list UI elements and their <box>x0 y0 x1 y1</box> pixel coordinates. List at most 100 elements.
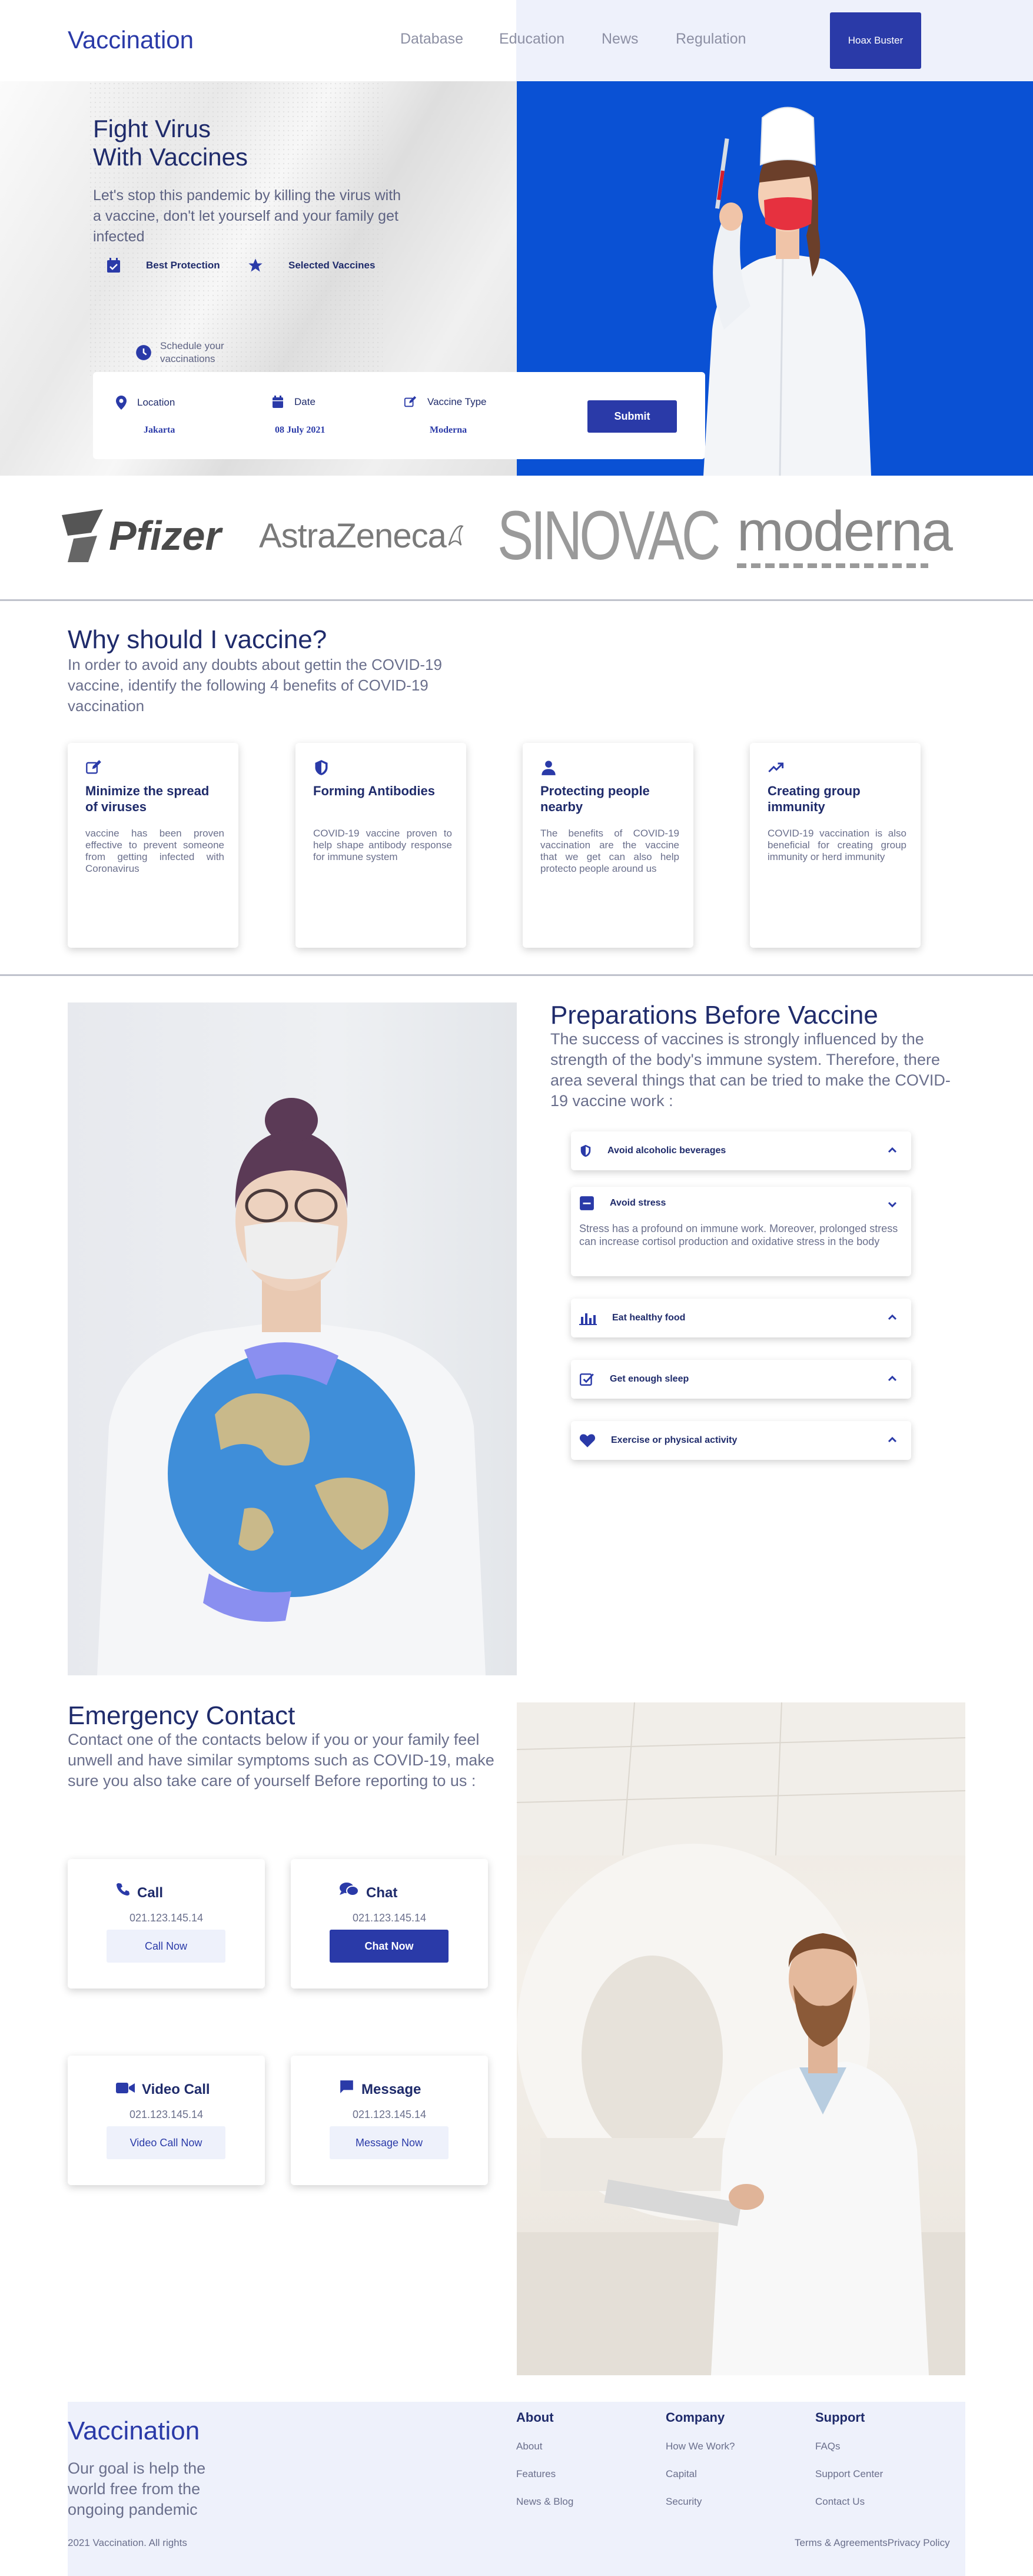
accordion-item[interactable]: Avoid alcoholic beverages <box>571 1131 911 1170</box>
trend-up-icon <box>768 762 784 773</box>
message-now-button[interactable]: Message Now <box>330 2126 449 2159</box>
date-label: Date <box>294 396 315 407</box>
why-subtitle: In order to avoid any doubts about getti… <box>68 656 442 715</box>
footer-link-contact-us[interactable]: Contact Us <box>815 2496 865 2508</box>
card-title: Forming Antibodies <box>313 784 435 798</box>
header-accent-panel <box>516 0 1033 81</box>
footer-link-capital[interactable]: Capital <box>666 2468 697 2480</box>
feature-best-protection: Best Protection <box>106 257 220 274</box>
calendar-check-icon <box>107 258 120 273</box>
emergency-title: Emergency Contact <box>68 1701 295 1730</box>
brand-name: Pfizer <box>109 513 221 559</box>
card-text: The benefits of COVID-19 vaccination are… <box>540 828 679 874</box>
footer-link-support-center[interactable]: Support Center <box>815 2468 883 2480</box>
accordion-header[interactable]: Exercise or physical activity <box>579 1421 737 1460</box>
message-icon <box>340 2080 353 2093</box>
footer-link-features[interactable]: Features <box>516 2468 556 2480</box>
contact-title: Video Call <box>116 2082 210 2098</box>
accordion-header[interactable]: Avoid alcoholic beverages <box>579 1131 726 1170</box>
chevron-up-icon[interactable] <box>886 1144 898 1156</box>
footer-legal: Terms & AgreementsPrivacy Policy <box>795 2537 950 2549</box>
call-now-button[interactable]: Call Now <box>107 1930 225 1963</box>
hero-title: Fight Virus With Vaccines <box>93 115 387 171</box>
chevron-up-icon[interactable] <box>886 1312 898 1323</box>
why-title: Why should I vaccine? <box>68 625 327 654</box>
nav-regulation[interactable]: Regulation <box>676 31 746 48</box>
terms-link[interactable]: Terms & Agreements <box>795 2537 888 2548</box>
accordion-header[interactable]: Get enough sleep <box>579 1360 689 1399</box>
moderna-underline <box>737 563 928 568</box>
doctor-mri-photo <box>517 1702 965 2375</box>
doctor-globe-illustration <box>97 1098 486 1675</box>
prep-title: Preparations Before Vaccine <box>550 1001 878 1030</box>
accordion-header[interactable]: Eat healthy food <box>579 1299 685 1337</box>
vaccine-type-field[interactable]: Vaccine Type <box>404 396 487 409</box>
footer-link-news-blog[interactable]: News & Blog <box>516 2496 573 2508</box>
nav-news[interactable]: News <box>602 31 639 48</box>
accordion-label: Exercise or physical activity <box>611 1435 738 1445</box>
schedule-line1: Schedule your <box>160 340 224 351</box>
contact-number: 021.123.145.14 <box>129 2109 204 2120</box>
contact-card-video-call: Video Call 021.123.145.14 Video Call Now <box>68 2056 265 2185</box>
hoax-buster-button[interactable]: Hoax Buster <box>830 12 921 69</box>
pfizer-logo-icon <box>62 509 103 562</box>
check-square-icon <box>579 1373 594 1386</box>
phone-icon <box>117 1883 129 1896</box>
benefit-card: Protecting people nearby The benefits of… <box>523 743 693 948</box>
chevron-up-icon[interactable] <box>886 1373 898 1385</box>
date-value[interactable]: 08 July 2021 <box>275 425 325 436</box>
shield-icon <box>315 760 328 775</box>
footer-link-how-we-work[interactable]: How We Work? <box>666 2441 735 2452</box>
accordion-item-expanded[interactable]: Avoid stress Stress has a profound on im… <box>571 1187 911 1276</box>
accordion-label: Avoid stress <box>610 1198 666 1208</box>
accordion-item[interactable]: Exercise or physical activity <box>571 1421 911 1460</box>
footer-link-about[interactable]: About <box>516 2441 542 2452</box>
prep-subtitle: The success of vaccines is strongly infl… <box>550 1030 951 1110</box>
site-logo[interactable]: Vaccination <box>68 26 194 54</box>
contact-title-label: Message <box>361 2082 421 2097</box>
vaccine-type-value[interactable]: Moderna <box>430 425 467 436</box>
brand-pfizer: Pfizer <box>56 497 232 574</box>
chevron-down-icon[interactable] <box>886 1199 898 1210</box>
date-field[interactable]: Date <box>272 396 315 409</box>
card-title: Protecting people nearby <box>540 784 650 814</box>
video-icon <box>116 2083 135 2093</box>
brand-name: moderna <box>737 500 953 563</box>
brand-astrazeneca: AstraZeneca <box>259 497 465 574</box>
contact-title-label: Call <box>137 1885 164 1901</box>
schedule-label: Schedule your vaccinations <box>135 340 224 366</box>
nav-education[interactable]: Education <box>499 31 564 48</box>
benefit-card: Minimize the spread of viruses vaccine h… <box>68 743 238 948</box>
brand-name: AstraZeneca <box>259 516 447 555</box>
section-divider <box>0 599 1033 601</box>
video-call-now-button[interactable]: Video Call Now <box>107 2126 225 2159</box>
location-field[interactable]: Location <box>116 396 175 410</box>
brand-name: SINOVAC <box>497 497 720 575</box>
minus-square-icon <box>580 1196 594 1210</box>
card-text: COVID-19 vaccine proven to help shape an… <box>313 828 452 862</box>
nav-database[interactable]: Database <box>400 31 463 48</box>
privacy-link[interactable]: Privacy Policy <box>888 2537 950 2548</box>
chat-icon <box>340 1883 359 1896</box>
contact-title: Message <box>339 2080 421 2098</box>
chat-now-button[interactable]: Chat Now <box>330 1930 449 1963</box>
footer-logo[interactable]: Vaccination <box>68 2416 200 2446</box>
contact-title-label: Chat <box>366 1885 398 1901</box>
accordion-label: Get enough sleep <box>610 1374 689 1384</box>
footer-link-faqs[interactable]: FAQs <box>815 2441 841 2452</box>
footer-link-security[interactable]: Security <box>666 2496 702 2508</box>
accordion-label: Avoid alcoholic beverages <box>607 1146 726 1156</box>
calendar-icon <box>273 396 283 408</box>
brand-sinovac: SINOVAC <box>497 497 720 575</box>
accordion-header[interactable]: Avoid stress <box>579 1187 666 1220</box>
user-icon <box>542 761 556 775</box>
contact-number: 021.123.145.14 <box>352 1912 427 1924</box>
feature-selected-vaccines: Selected Vaccines <box>247 257 375 274</box>
location-value[interactable]: Jakarta <box>144 425 175 436</box>
accordion-item[interactable]: Get enough sleep <box>571 1360 911 1399</box>
contact-number: 021.123.145.14 <box>129 1912 204 1924</box>
accordion-item[interactable]: Eat healthy food <box>571 1299 911 1337</box>
chevron-up-icon[interactable] <box>886 1434 898 1446</box>
benefit-card: Forming Antibodies COVID-19 vaccine prov… <box>295 743 466 948</box>
location-label: Location <box>137 397 175 408</box>
